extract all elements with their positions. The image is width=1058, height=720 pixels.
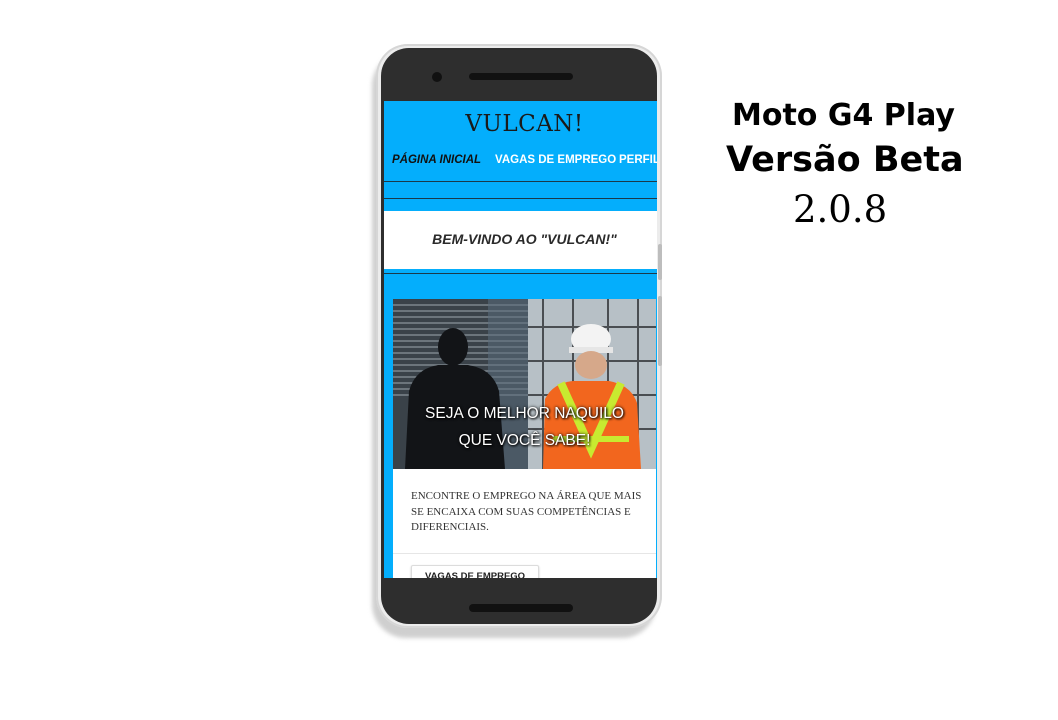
phone-screen: VULCAN! PÁGINA INICIAL VAGAS DE EMPREGO … — [384, 101, 657, 578]
hero-caption-line1: SEJA O MELHOR NAQUILO — [425, 405, 624, 422]
nav-item-jobs[interactable]: VAGAS DE EMPREGO — [495, 154, 616, 166]
nav-item-home[interactable]: PÁGINA INICIAL — [392, 154, 481, 166]
welcome-heading: BEM-VINDO AO "VULCAN!" — [432, 231, 617, 247]
site-title: VULCAN! — [465, 111, 584, 137]
phone-mockup: VULCAN! PÁGINA INICIAL VAGAS DE EMPREGO … — [376, 44, 662, 628]
device-model-label: Moto G4 Play — [732, 98, 955, 133]
hero-caption-line2: QUE VOCÊ SABE! — [458, 432, 591, 449]
welcome-divider — [384, 273, 657, 274]
stage: VULCAN! PÁGINA INICIAL VAGAS DE EMPREGO … — [0, 0, 1058, 720]
hero-caption: SEJA O MELHOR NAQUILO QUE VOCÊ SABE! — [393, 400, 656, 454]
card-description: ENCONTRE O EMPREGO NA ÁREA QUE MAIS SE E… — [411, 490, 642, 533]
welcome-banner: BEM-VINDO AO "VULCAN!" — [384, 211, 657, 269]
version-label: Versão Beta — [726, 140, 964, 180]
hero-card: SEJA O MELHOR NAQUILO QUE VOCÊ SABE! ENC… — [393, 299, 656, 578]
nav-divider-bottom — [384, 198, 657, 199]
phone-body: VULCAN! PÁGINA INICIAL VAGAS DE EMPREGO … — [381, 48, 657, 624]
card-divider — [393, 553, 656, 554]
power-button — [658, 296, 662, 366]
volume-button — [658, 244, 662, 280]
home-indicator — [469, 604, 573, 612]
nav-item-profile[interactable]: PERFIL — [619, 154, 657, 166]
version-number: 2.0.8 — [793, 188, 888, 231]
camera-icon — [432, 72, 442, 82]
jobs-button[interactable]: VAGAS DE EMPREGO — [411, 565, 539, 578]
nav-divider-top — [384, 181, 657, 182]
site-nav: PÁGINA INICIAL VAGAS DE EMPREGO PERFIL — [384, 154, 657, 172]
speaker-grille — [469, 73, 573, 80]
